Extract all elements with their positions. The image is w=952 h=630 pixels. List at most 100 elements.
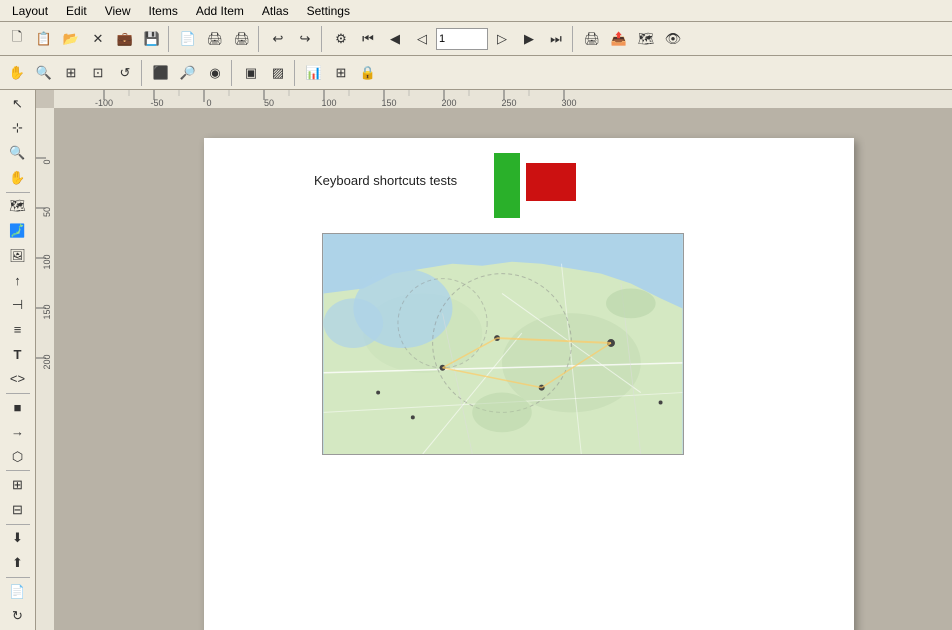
sep1: [168, 26, 172, 52]
svg-text:100: 100: [42, 254, 52, 269]
page-number-input[interactable]: [436, 28, 488, 50]
add-polygon-button[interactable]: ⬡: [5, 445, 31, 469]
open-templates-button[interactable]: 📋: [31, 26, 57, 52]
menu-view[interactable]: View: [97, 2, 139, 20]
lower-button[interactable]: ⬇: [5, 527, 31, 551]
pan-content-button[interactable]: ✋: [5, 166, 31, 190]
add-3dmap-button[interactable]: 🗾: [5, 219, 31, 243]
zoom-rect-button[interactable]: 🔎: [175, 60, 201, 86]
add-shape-button[interactable]: ■: [5, 396, 31, 420]
first-feature-button[interactable]: ⏮: [355, 26, 381, 52]
table-button[interactable]: ⊞: [328, 60, 354, 86]
svg-text:200: 200: [42, 354, 52, 369]
next-feature-button[interactable]: ▶: [516, 26, 542, 52]
keyboard-shortcuts-label: Keyboard shortcuts tests: [314, 173, 457, 188]
add-html-button[interactable]: <>: [5, 367, 31, 391]
add-fixedtable-button[interactable]: ⊟: [5, 498, 31, 522]
add-attrtable-button[interactable]: ⊞: [5, 473, 31, 497]
page-button[interactable]: 📄: [5, 580, 31, 604]
pan-button[interactable]: ✋: [4, 60, 30, 86]
group-button[interactable]: ▣: [238, 60, 264, 86]
sep2: [258, 26, 262, 52]
print-button[interactable]: 🖨: [202, 26, 228, 52]
new-button[interactable]: 🗋: [4, 26, 30, 52]
svg-text:300: 300: [561, 98, 576, 108]
atlas-export-button[interactable]: 🗺: [633, 26, 659, 52]
add-legend-button[interactable]: ≡: [5, 318, 31, 342]
left-sep5: [6, 577, 30, 578]
menu-edit[interactable]: Edit: [58, 2, 95, 20]
open-button[interactable]: 📂: [58, 26, 84, 52]
zoom-full-button[interactable]: ⊞: [58, 60, 84, 86]
raise-button[interactable]: ⬆: [5, 551, 31, 575]
next-button[interactable]: ▷: [489, 26, 515, 52]
select-move-button[interactable]: ↖: [5, 92, 31, 116]
menu-atlas[interactable]: Atlas: [254, 2, 297, 20]
prev-button[interactable]: ◁: [409, 26, 435, 52]
main-area: ↖ ⊹ 🔍 ✋ 🗺 🗾 🖼 ↑ ⊣ ≡ T <> ■ → ⬡ ⊞ ⊟ ⬇ ⬆ 📄…: [0, 90, 952, 630]
green-rectangle[interactable]: [494, 153, 520, 218]
ruler-top-svg: -100 -50 0 50 100 150 200 250 300: [54, 90, 952, 108]
add-image-button[interactable]: 🖼: [5, 244, 31, 268]
move-content-button[interactable]: ⊹: [5, 117, 31, 141]
save-as-button[interactable]: 💼: [112, 26, 138, 52]
undo-button[interactable]: ↩: [265, 26, 291, 52]
redo-button[interactable]: ↪: [292, 26, 318, 52]
menu-items[interactable]: Items: [141, 2, 186, 20]
discard-button[interactable]: ✕: [85, 26, 111, 52]
save-button[interactable]: 💾: [139, 26, 165, 52]
ruler-left: 0 50 100 150 200: [36, 108, 54, 630]
export-pdf-button[interactable]: 📄: [175, 26, 201, 52]
chart-button[interactable]: 📊: [301, 60, 327, 86]
toolbar-view: ✋ 🔍 ⊞ ⊡ ↺ ⬛ 🔎 ◉ ▣ ▨ 📊 ⊞ 🔒: [0, 56, 952, 90]
lock-button[interactable]: 🔒: [355, 60, 381, 86]
last-feature-button[interactable]: ⏭: [543, 26, 569, 52]
add-map-button[interactable]: 🗺: [5, 194, 31, 218]
red-rectangle[interactable]: [526, 163, 576, 201]
svg-text:200: 200: [441, 98, 456, 108]
svg-text:50: 50: [264, 98, 274, 108]
svg-text:100: 100: [321, 98, 336, 108]
add-label-button[interactable]: T: [5, 342, 31, 366]
ungroup-button[interactable]: ▨: [265, 60, 291, 86]
left-sep2: [6, 393, 30, 394]
toolbar-main: 🗋 📋 📂 ✕ 💼 💾 📄 🖨 🖨 ↩ ↪ ⚙ ⏮ ◀ ◁ ▷ ▶ ⏭ 🖨 📤 …: [0, 22, 952, 56]
left-sep3: [6, 470, 30, 471]
prev-feature-button[interactable]: ◀: [382, 26, 408, 52]
menu-add-item[interactable]: Add Item: [188, 2, 252, 20]
zoom-fit-button[interactable]: ⊡: [85, 60, 111, 86]
rotate-button[interactable]: ↻: [5, 604, 31, 628]
zoom-select-tool[interactable]: 🔍: [5, 141, 31, 165]
add-north-arrow-button[interactable]: ↑: [5, 268, 31, 292]
sep5: [141, 60, 145, 86]
left-sep4: [6, 524, 30, 525]
atlas-settings-button[interactable]: ⚙: [328, 26, 354, 52]
add-scalebar-button[interactable]: ⊣: [5, 293, 31, 317]
paper: Keyboard shortcuts tests: [204, 138, 854, 630]
canvas-inner: Keyboard shortcuts tests: [54, 108, 952, 630]
refresh-button[interactable]: ↺: [112, 60, 138, 86]
print2-button[interactable]: 🖨: [579, 26, 605, 52]
preview-button[interactable]: 👁: [660, 26, 686, 52]
sep3: [321, 26, 325, 52]
add-arrow-button[interactable]: →: [5, 420, 31, 444]
map-item[interactable]: [322, 233, 684, 455]
select-button[interactable]: ⬛: [148, 60, 174, 86]
sep6: [231, 60, 235, 86]
menu-settings[interactable]: Settings: [299, 2, 358, 20]
sep4: [572, 26, 576, 52]
export2-button[interactable]: 📤: [606, 26, 632, 52]
svg-text:150: 150: [42, 304, 52, 319]
ruler-top: -100 -50 0 50 100 150 200 250 300: [54, 90, 952, 108]
svg-text:150: 150: [381, 98, 396, 108]
ruler-left-svg: 0 50 100 150 200: [36, 108, 54, 630]
select-all-button[interactable]: ◉: [202, 60, 228, 86]
print-as-button[interactable]: 🖨: [229, 26, 255, 52]
canvas-scroll[interactable]: Keyboard shortcuts tests: [54, 108, 952, 630]
svg-text:-100: -100: [95, 98, 113, 108]
menu-layout[interactable]: Layout: [4, 2, 56, 20]
svg-text:-50: -50: [150, 98, 163, 108]
map-svg: [323, 234, 683, 454]
canvas-area: -100 -50 0 50 100 150 200 250 300: [36, 90, 952, 630]
zoom-in-button[interactable]: 🔍: [31, 60, 57, 86]
